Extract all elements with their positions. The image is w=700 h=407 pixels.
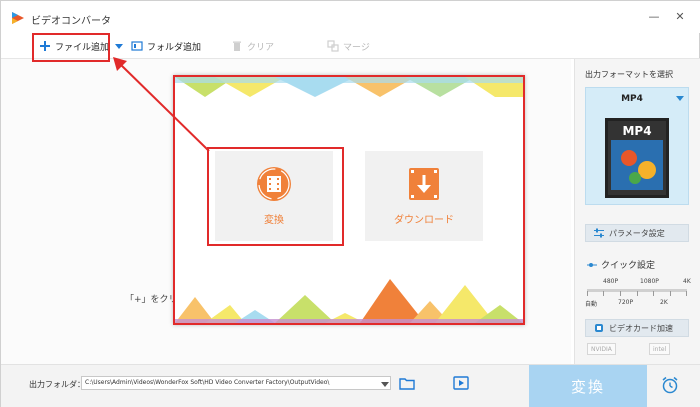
quality-slider-ticks [587,291,687,296]
quick-label-720p: 720P [618,299,634,306]
quick-settings-icon [587,262,597,267]
intel-badge: intel [649,343,671,355]
merge-button[interactable]: マージ [327,38,370,54]
gpu-chip-icon [595,324,603,332]
merge-label: マージ [343,42,370,53]
quick-settings-title: クイック設定 [587,258,655,271]
format-selector[interactable]: MP4 MP4 [585,87,689,205]
clear-label: クリア [247,42,275,53]
app-title: ビデオコンバータ [31,16,111,27]
download-card[interactable]: ダウンロード [365,151,483,241]
parameter-settings-label: パラメータ設定 [609,228,665,238]
quick-label-480p: 480P [603,278,619,285]
download-icon [409,168,439,200]
folder-add-icon [131,41,143,51]
preview-output-icon[interactable] [453,376,469,390]
title-bar: ビデオコンバータ — ✕ [1,1,700,33]
quick-settings-label: クイック設定 [601,261,656,271]
convert-highlight-box [207,147,344,246]
quick-label-auto: 自動 [585,301,598,308]
mp4-format-icon: MP4 [605,118,669,198]
format-name: MP4 [621,94,643,104]
decorative-banner-bottom [175,279,523,323]
gpu-acceleration-button[interactable]: ビデオカード加速 [585,319,689,337]
add-file-dropdown-icon[interactable] [115,44,123,50]
quick-label-4k: 4K [683,278,691,285]
nvidia-badge: NVIDIA [587,343,616,355]
app-window: ビデオコンバータ — ✕ ファイル追加 フォルダ追加 クリア マージ 「+」をク… [0,0,700,407]
app-logo-icon [12,12,24,24]
output-path-field[interactable]: C:\Users\Admin\Videos\WonderFox Soft\HD … [81,376,391,390]
close-button[interactable]: ✕ [671,9,689,25]
bottom-bar: 出力フォルダ： C:\Users\Admin\Videos\WonderFox … [1,364,700,407]
chevron-down-icon [676,96,684,101]
chevron-down-icon[interactable] [381,382,389,387]
parameter-settings-button[interactable]: パラメータ設定 [585,224,689,242]
sliders-icon [594,228,604,238]
add-folder-label: フォルダ追加 [147,42,202,53]
add-file-highlight-box [32,33,110,62]
folder-open-icon[interactable] [399,377,415,390]
convert-button[interactable]: 変換 [529,365,647,407]
download-card-label: ダウンロード [394,215,454,226]
quick-label-1080p: 1080P [640,278,659,285]
add-folder-button[interactable]: フォルダ追加 [131,38,201,54]
minimize-button[interactable]: — [645,9,663,25]
gpu-acceleration-label: ビデオカード加速 [609,323,673,333]
output-format-panel: 出力フォーマットを選択 MP4 MP4 パラメータ設定 クイック設定 480P … [574,59,700,364]
decorative-banner-top [175,77,523,97]
mp4-format-icon-text: MP4 [622,124,651,138]
trash-icon [233,41,241,51]
alarm-clock-icon[interactable] [661,376,679,394]
merge-icon [327,40,339,52]
output-format-title: 出力フォーマットを選択 [585,70,673,79]
output-folder-label: 出力フォルダ： [29,380,85,389]
quick-label-2k: 2K [660,299,668,306]
clear-button[interactable]: クリア [231,38,274,54]
